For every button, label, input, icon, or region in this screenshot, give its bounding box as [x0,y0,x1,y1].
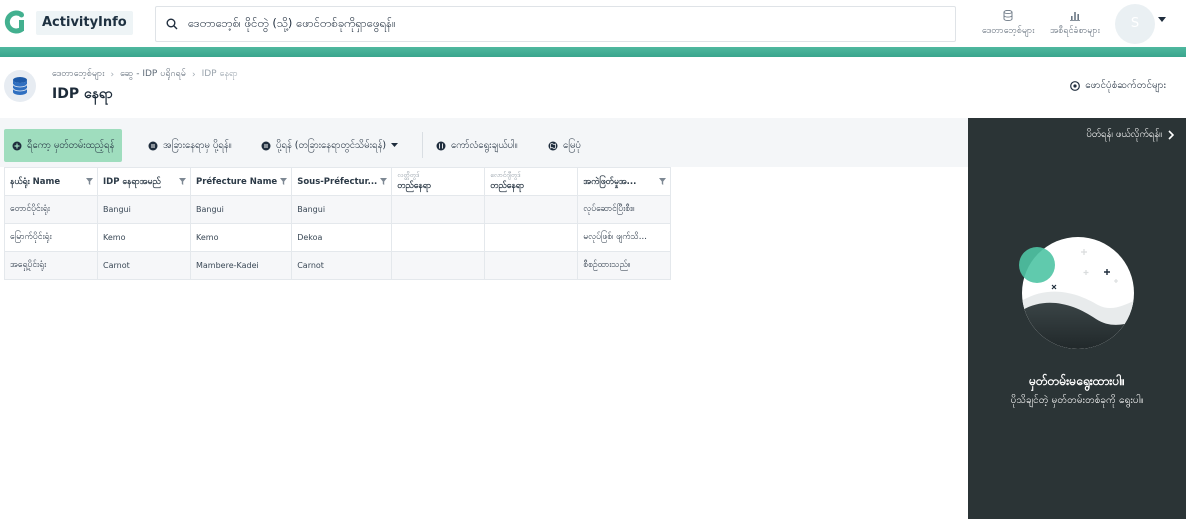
column-header-label: Préfecture Name [196,176,278,187]
column-header[interactable]: အကဲဖြတ်မှုအ... [577,167,672,196]
map-button[interactable]: မြေပုံ [540,129,589,162]
import-icon [148,141,158,150]
column-header-label: အကဲဖြတ်မှုအ... [583,176,637,187]
accent-divider [0,47,1186,57]
select-columns-button[interactable]: ကော်လံရွေးချယ်ပါ။ [428,129,525,162]
breadcrumb-program[interactable]: ဆွေ - IDP ပရိုဂရမ် [120,68,186,81]
table-cell[interactable]: Bangui [189,195,293,224]
column-header-label: Sous-Préfectur... [297,176,378,187]
filter-icon[interactable] [280,178,288,185]
form-settings-label: ဖောင်ပုံစံဆက်တင်များ [1085,80,1166,91]
table-cell[interactable] [391,195,486,224]
select-columns-label: ကော်လံရွေးချယ်ပါ။ [451,139,518,151]
search-bar[interactable]: ဒေတာဘေ့စ်၊ ဖိုင်တွဲ (သို့) ဖောင်တစ်ခုကို… [155,6,956,42]
import-button[interactable]: အခြားနေရာမှ ပို့ရန်။ [140,129,240,162]
form-database-icon [4,70,36,102]
export-icon [261,141,271,150]
brand-name[interactable]: ActivityInfo [36,11,133,35]
page-title: IDP နေရာ [52,86,113,102]
export-button[interactable]: ပို့ရန် (တခြားနေရာတွင်သိမ်းရန်) [253,129,406,162]
column-header[interactable]: လောင်ဂျီတွဒ် တည်နေရာ [484,167,579,196]
column-header-sublabel: လတ္တိတွဒ် [397,171,420,179]
table-cell[interactable]: တောင်ပိုင်းရုံး [4,195,98,224]
hide-panel-link[interactable]: ပိတ်ရန်၊ ဖယ်လိုက်ရန်။ [1086,128,1174,142]
empty-state-description: ပိုသိချင်တဲ့ မှတ်တမ်းတစ်ခုကို ရွေးပါ။ [1010,395,1144,406]
table-cell[interactable] [391,223,486,252]
filter-icon[interactable] [380,178,388,185]
breadcrumb-current: IDP နေရာ [201,69,238,79]
filter-icon[interactable] [179,178,186,185]
breadcrumb: ဒေတာဘေ့စ်များ › ဆွေ - IDP ပရိုဂရမ် › IDP… [52,68,238,81]
column-header-label: တည်နေရာ [397,181,432,191]
plus-circle-icon [12,141,22,150]
map-icon [548,141,558,150]
add-record-label: ရီကော့ မှတ်တမ်းထည့်ရန် [27,139,115,151]
table-cell[interactable]: Kemo [189,223,293,252]
table-cell[interactable]: Bangui [97,195,191,224]
table-cell[interactable]: Bangui [291,195,393,224]
table-cell[interactable]: မြောက်ပိုင်းရုံး [4,223,98,252]
nav-reports[interactable]: အစီရင်ခံစာများ [1050,10,1100,38]
search-icon [166,18,178,30]
column-header[interactable]: နယ်ရုံး Name [4,167,98,196]
user-avatar[interactable]: S [1115,4,1155,44]
table-cell[interactable]: Dekoa [291,223,393,252]
table-row[interactable]: တောင်ပိုင်းရုံး Bangui Bangui Bangui လုပ… [4,195,672,224]
nav-databases-label: ဒေတာဘေ့စ်များ [982,26,1035,36]
settings-circle-icon [1070,80,1081,91]
table-cell[interactable]: Mambere-Kadei [189,251,293,280]
table-row[interactable]: မြောက်ပိုင်းရုံး Kemo Kemo Dekoa မလုပ်ဖြ… [4,223,672,252]
form-settings-button[interactable]: ဖောင်ပုံစံဆက်တင်များ [1070,78,1166,93]
empty-state-title: မှတ်တမ်းမရွေးထားပါ။ [1029,374,1125,388]
column-header[interactable]: လတ္တိတွဒ် တည်နေရာ [391,167,486,196]
breadcrumb-chevron-icon: › [110,69,115,80]
chevron-down-icon [391,143,399,147]
database-icon [1003,10,1013,21]
table-cell[interactable]: မလုပ်ဖြစ်၊ ဖျက်သိ... [577,223,672,252]
empty-state-illustration [1019,237,1134,349]
activityinfo-logo-icon[interactable] [4,10,26,34]
toolbar-divider [422,132,423,158]
records-table: နယ်ရုံး Name IDP နေရာအမည် Préfecture Nam… [4,167,672,280]
table-cell[interactable]: Kemo [97,223,191,252]
column-header-label: တည်နေရာ [490,181,525,191]
table-header-row: နယ်ရုံး Name IDP နေရာအမည် Préfecture Nam… [4,167,672,196]
nav-reports-label: အစီရင်ခံစာများ [1050,26,1100,36]
column-header[interactable]: Sous-Préfectur... [291,167,393,196]
table-cell[interactable] [484,223,579,252]
table-cell[interactable]: Carnot [97,251,191,280]
caret-down-icon[interactable] [1158,17,1166,23]
export-label: ပို့ရန် (တခြားနေရာတွင်သိမ်းရန်) [276,139,387,151]
column-header-label: နယ်ရုံး Name [10,176,61,187]
search-input[interactable]: ဒေတာဘေ့စ်၊ ဖိုင်တွဲ (သို့) ဖောင်တစ်ခုကို… [188,16,396,33]
import-label: အခြားနေရာမှ ပို့ရန်။ [163,139,232,151]
columns-icon [436,141,446,150]
map-label: မြေပုံ [563,139,581,151]
page-header: ဒေတာဘေ့စ်များ › ဆွေ - IDP ပရိုဂရမ် › IDP… [0,57,1186,119]
table-cell[interactable] [391,251,486,280]
column-header-sublabel: လောင်ဂျီတွဒ် [490,171,521,179]
column-header[interactable]: IDP နေရာအမည် [97,167,191,196]
table-cell[interactable] [484,251,579,280]
breadcrumb-databases[interactable]: ဒေတာဘေ့စ်များ [52,68,105,81]
chevron-right-icon [1168,130,1174,140]
column-header-label: IDP နေရာအမည် [103,176,161,187]
nav-databases[interactable]: ဒေတာဘေ့စ်များ [982,10,1035,38]
table-cell[interactable]: လုပ်ဆောင်ပြီးစီး။ [577,195,672,224]
hide-panel-label: ပိတ်ရန်၊ ဖယ်လိုက်ရန်။ [1086,129,1162,140]
table-cell[interactable]: Carnot [291,251,393,280]
column-header[interactable]: Préfecture Name [189,167,293,196]
table-cell[interactable]: စီစဉ်ထားသည်။ [577,251,672,280]
table-row[interactable]: အရှေ့ပိုင်းရုံး Carnot Mambere-Kadei Car… [4,251,672,280]
filter-icon[interactable] [659,178,667,185]
add-record-button[interactable]: ရီကော့ မှတ်တမ်းထည့်ရန် [4,129,123,162]
top-bar: ActivityInfo ဒေတာဘေ့စ်၊ ဖိုင်တွဲ (သို့) … [0,0,1186,48]
bar-chart-icon [1069,12,1080,21]
table-cell[interactable] [484,195,579,224]
breadcrumb-chevron-icon: › [191,69,196,80]
table-cell[interactable]: အရှေ့ပိုင်းရုံး [4,251,98,280]
filter-icon[interactable] [86,178,93,185]
